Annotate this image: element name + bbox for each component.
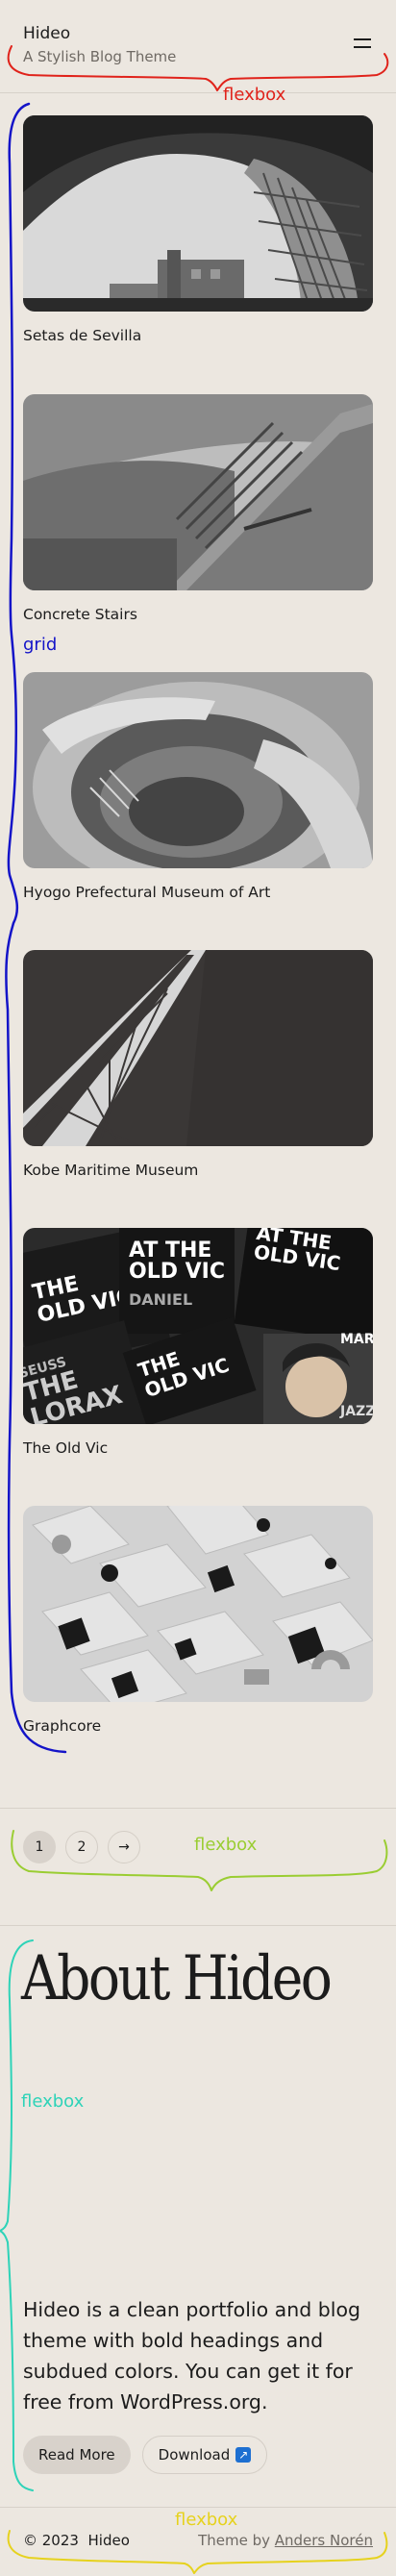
next-page-arrow-icon[interactable]: → xyxy=(108,1831,140,1863)
post-card: Hyogo Prefectural Museum of Art xyxy=(23,672,373,902)
read-more-button[interactable]: Read More xyxy=(23,2436,131,2474)
poster-text: OLD VIC xyxy=(129,1260,225,1284)
about-heading: About Hideo xyxy=(21,1943,333,2014)
copyright-year: © 2023 xyxy=(23,2532,79,2549)
post-thumbnail[interactable] xyxy=(23,672,373,868)
grid-bracket xyxy=(5,102,67,1754)
post-thumbnail[interactable] xyxy=(23,115,373,312)
post-card: Graphcore xyxy=(23,1506,373,1736)
post-title[interactable]: Graphcore xyxy=(23,1716,373,1736)
page-number-1[interactable]: 1 xyxy=(23,1831,56,1863)
annotation-label-grid: grid xyxy=(23,635,58,655)
post-thumbnail[interactable] xyxy=(23,950,373,1146)
annotation-label-footer-flexbox: flexbox xyxy=(175,2510,238,2530)
about-buttons: Read More Download ↗ xyxy=(23,2436,268,2474)
site-footer: © 2023 Hideo Theme by Anders Norén xyxy=(23,2531,373,2550)
footer-site-name[interactable]: Hideo xyxy=(88,2532,130,2549)
credit-prefix: Theme by xyxy=(198,2532,270,2549)
external-link-icon: ↗ xyxy=(235,2447,252,2463)
about-text: Hideo is a clean portfolio and blog them… xyxy=(23,2298,360,2413)
hamburger-icon[interactable] xyxy=(354,37,373,50)
annotation-label-pagination-flexbox: flexbox xyxy=(194,1835,258,1855)
theme-credit: Theme by Anders Norén xyxy=(198,2531,373,2550)
poster-text: DANIEL xyxy=(129,1290,192,1309)
post-title[interactable]: The Old Vic xyxy=(23,1438,373,1458)
credit-author-link[interactable]: Anders Norén xyxy=(275,2532,373,2549)
read-more-label: Read More xyxy=(38,2446,115,2463)
download-label: Download xyxy=(158,2446,231,2463)
header-divider xyxy=(0,92,396,93)
poster-text: MARY xyxy=(340,1332,373,1347)
annotation-label-header-flexbox: flexbox xyxy=(223,85,286,105)
post-title[interactable]: Concrete Stairs xyxy=(23,605,373,624)
pagination-divider-top xyxy=(0,1808,396,1809)
post-thumbnail[interactable] xyxy=(23,394,373,590)
annotation-label-about-flexbox: flexbox xyxy=(21,2091,85,2112)
post-thumbnail[interactable] xyxy=(23,1506,373,1702)
post-title[interactable]: Hyogo Prefectural Museum of Art xyxy=(23,883,373,902)
poster-text: JAZZ xyxy=(339,1404,373,1419)
post-title[interactable]: Kobe Maritime Museum xyxy=(23,1161,373,1180)
page: Hideo A Stylish Blog Theme Setas de Sevi… xyxy=(0,0,396,2576)
post-title[interactable]: Setas de Sevilla xyxy=(23,326,373,345)
about-divider-top xyxy=(0,1925,396,1926)
post-card: Concrete Stairs xyxy=(23,394,373,624)
post-card: Setas de Sevilla xyxy=(23,115,373,345)
page-number-2[interactable]: 2 xyxy=(65,1831,98,1863)
site-title[interactable]: Hideo xyxy=(23,23,373,44)
post-card: THE OLD VIC AT THE OLD VIC DANIEL AT THE… xyxy=(23,1228,373,1458)
site-tagline: A Stylish Blog Theme xyxy=(23,48,177,65)
pagination: 1 2 → xyxy=(23,1831,140,1863)
site-header: Hideo A Stylish Blog Theme xyxy=(23,23,373,73)
copyright: © 2023 Hideo xyxy=(23,2531,130,2550)
footer-divider xyxy=(0,2507,396,2508)
download-button[interactable]: Download ↗ xyxy=(141,2436,268,2474)
post-thumbnail[interactable]: THE OLD VIC AT THE OLD VIC DANIEL AT THE… xyxy=(23,1228,373,1424)
post-card: Kobe Maritime Museum xyxy=(23,950,373,1180)
